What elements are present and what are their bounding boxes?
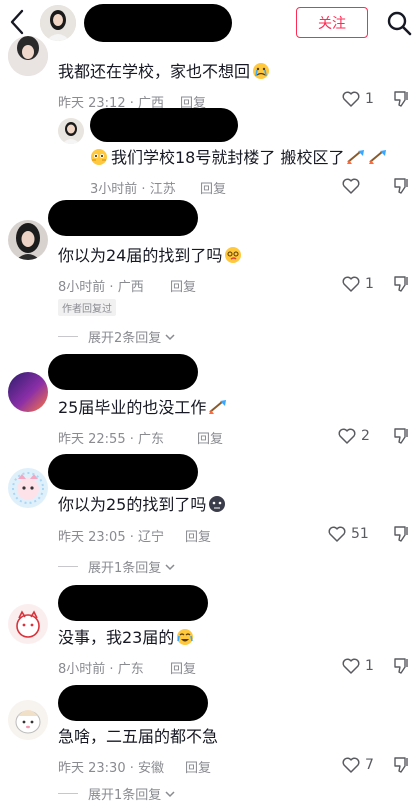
author-avatar[interactable] (40, 5, 76, 41)
comment-text[interactable]: 急啥，二五届的都不急 (58, 726, 218, 748)
commenter-avatar[interactable] (58, 118, 84, 144)
author-name-redacted (84, 4, 232, 42)
dislike-button[interactable] (393, 657, 411, 679)
like-count: 1 (365, 658, 374, 674)
thumbs-down-icon (394, 526, 408, 542)
commenter-name-redacted (48, 354, 198, 390)
like-count: 1 (365, 91, 374, 107)
crying-emoji-icon (252, 62, 270, 86)
commenter-name-redacted (58, 585, 208, 621)
like-button[interactable]: 2 (337, 427, 370, 445)
reply-button[interactable]: 回复 (185, 757, 211, 776)
thumbs-down-icon (394, 276, 408, 292)
comment-meta: 3小时前 · 江苏 (90, 182, 176, 197)
dislike-button[interactable] (393, 427, 411, 449)
comment-text[interactable]: 你以为25的找到了吗 (58, 494, 226, 519)
dizzy-emoji-icon (224, 246, 242, 270)
sweeping-emoji-icon (368, 148, 388, 172)
reply-button[interactable]: 回复 (170, 276, 196, 295)
heart-icon (342, 658, 360, 674)
thumbs-down-icon (394, 178, 408, 194)
like-count: 2 (361, 428, 370, 444)
dark-face-emoji-icon (208, 495, 226, 519)
expand-replies-button[interactable]: 展开1条回复 (58, 557, 176, 576)
reply-button[interactable]: 回复 (170, 658, 196, 677)
dislike-button[interactable] (393, 90, 411, 112)
comment-text[interactable]: 25届毕业的也没工作 (58, 397, 228, 422)
comment-meta: 8小时前 · 广西 (58, 280, 144, 295)
sweeping-emoji-icon (346, 148, 366, 172)
thumbs-down-icon (394, 91, 408, 107)
dislike-button[interactable] (393, 525, 411, 547)
commenter-avatar[interactable] (8, 372, 48, 412)
search-icon (387, 11, 412, 36)
commenter-avatar[interactable] (8, 36, 48, 76)
comment-text[interactable]: 你以为24届的找到了吗 (58, 245, 242, 270)
heart-icon (342, 276, 360, 292)
like-count: 51 (351, 526, 369, 542)
comment-text[interactable]: 我都还在学校，家也不想回 (58, 61, 270, 86)
header-bar: 关注 (0, 0, 420, 46)
like-button[interactable]: 1 (341, 657, 374, 675)
divider (58, 336, 78, 337)
heart-icon (342, 91, 360, 107)
commenter-name-redacted (48, 454, 198, 490)
heart-icon (338, 428, 356, 444)
commenter-avatar[interactable] (8, 220, 48, 260)
chevron-down-icon (165, 790, 175, 797)
chevron-down-icon (165, 563, 175, 570)
comment-meta: 昨天 23:05 · 辽宁 (58, 530, 165, 545)
commenter-name-redacted (90, 108, 238, 142)
heart-icon (342, 178, 360, 194)
commenter-avatar[interactable] (8, 468, 48, 508)
follow-button[interactable]: 关注 (296, 7, 368, 38)
pleading-emoji-icon (90, 148, 108, 172)
expand-replies-button[interactable]: 展开2条回复 (58, 327, 176, 346)
author-replied-badge: 作者回复过 (58, 299, 116, 316)
divider (58, 793, 78, 794)
commenter-name-redacted (58, 685, 208, 721)
divider (58, 566, 78, 567)
chevron-down-icon (165, 333, 175, 340)
reply-button[interactable]: 回复 (197, 428, 223, 447)
like-count: 7 (365, 757, 374, 773)
like-button[interactable]: 1 (341, 275, 374, 293)
like-count: 1 (365, 276, 374, 292)
dislike-button[interactable] (393, 275, 411, 297)
like-button[interactable]: 1 (341, 90, 374, 108)
comment-meta: 昨天 23:30 · 安徽 (58, 761, 165, 776)
comment-meta: 昨天 22:55 · 广东 (58, 432, 165, 447)
like-button[interactable] (341, 177, 365, 195)
dislike-button[interactable] (393, 756, 411, 778)
commenter-avatar[interactable] (8, 604, 48, 644)
comment-meta: 8小时前 · 广东 (58, 662, 144, 677)
dislike-button[interactable] (393, 177, 411, 199)
expand-replies-button[interactable]: 展开1条回复 (58, 784, 176, 803)
comment-text[interactable]: 我们学校18号就封楼了 搬校区了 (90, 147, 388, 172)
thumbs-down-icon (394, 428, 408, 444)
like-button[interactable]: 51 (327, 525, 369, 543)
commenter-name-redacted (48, 200, 198, 236)
crying-laughing-emoji-icon (176, 628, 194, 652)
comment-text[interactable]: 没事，我23届的 (58, 627, 194, 652)
heart-icon (328, 526, 346, 542)
heart-icon (342, 757, 360, 773)
commenter-avatar[interactable] (8, 700, 48, 740)
search-button[interactable] (386, 10, 412, 40)
chevron-left-icon (10, 9, 24, 35)
reply-button[interactable]: 回复 (200, 178, 226, 197)
thumbs-down-icon (394, 658, 408, 674)
thumbs-down-icon (394, 757, 408, 773)
sweeping-emoji-icon (208, 398, 228, 422)
reply-button[interactable]: 回复 (185, 526, 211, 545)
like-button[interactable]: 7 (341, 756, 374, 774)
